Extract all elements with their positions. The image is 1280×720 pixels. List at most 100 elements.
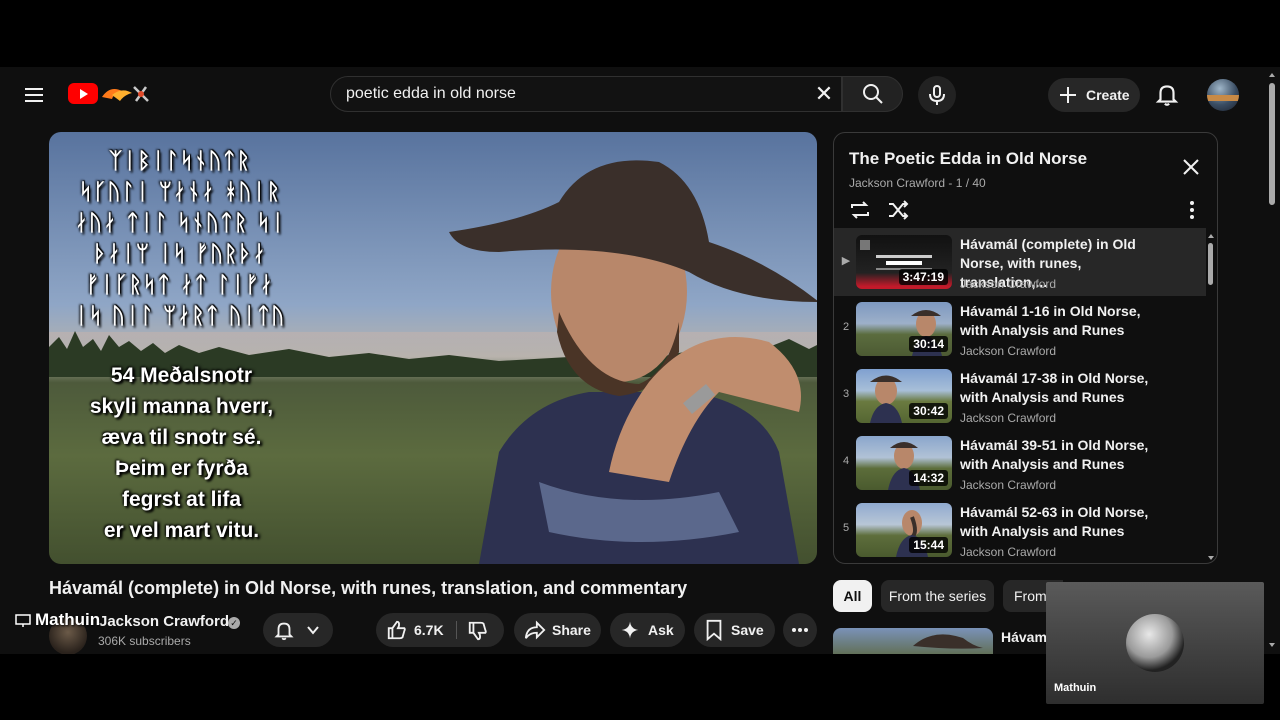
ask-button[interactable]: Ask — [610, 613, 685, 647]
clear-search-icon[interactable]: ✕ — [812, 82, 836, 106]
save-button[interactable]: Save — [694, 613, 775, 647]
playlist-item-channel: Jackson Crawford — [960, 478, 1057, 492]
playlist-item-title: Hávamál 52-63 in Old Norse, with Analysi… — [960, 504, 1149, 539]
rune-text: ᛉᛁᛒᛁᛚᛋᚾᚢᛏᚱ ᛋᚴᚢᛚᛁ ᛘᛅᚾᛅ ᚼᚢᛁᚱ ᛅᚢᛅ ᛏᛁᛚ ᛋᚾᚢᛏᚱ… — [55, 146, 305, 332]
scroll-up-icon[interactable] — [1207, 232, 1215, 240]
playlist-item[interactable]: ▶ 3:47:19 Hávamál (complete) in Old Nors… — [834, 228, 1206, 296]
verse-line: Þeim er fyrða — [114, 457, 249, 480]
search-bar: ✕ — [330, 76, 903, 112]
share-button[interactable]: Share — [514, 613, 601, 647]
video-call-tile[interactable]: Mathuin — [1046, 582, 1264, 704]
thumbnail-art — [913, 634, 983, 649]
like-icon[interactable] — [386, 619, 408, 641]
playlist-item-title: Hávamál 1-16 in Old Norse, with Analysis… — [960, 303, 1141, 338]
video-thumbnail: 30:42 — [856, 369, 952, 423]
plus-icon — [1060, 87, 1076, 103]
sparkle-icon — [621, 621, 639, 639]
video-thumbnail: 30:14 — [856, 302, 952, 356]
participant-name: Mathuin — [1054, 682, 1097, 694]
scroll-down-icon[interactable] — [1207, 554, 1215, 562]
video-thumbnail: 15:44 — [856, 503, 952, 557]
search-button[interactable] — [842, 76, 903, 112]
playlist-item-index: 2 — [842, 321, 850, 333]
microphone-icon — [929, 85, 945, 105]
dislike-icon[interactable] — [467, 620, 489, 642]
bookmark-icon — [706, 619, 722, 641]
playlist-items: ▶ 3:47:19 Hávamál (complete) in Old Nors… — [834, 228, 1206, 563]
verse-line: fegrst at lifa — [121, 488, 242, 511]
rune-line: ᛉᛁᛒᛁᛚᛋᚾᚢᛏᚱ — [108, 149, 251, 174]
playlist-item-index: 4 — [842, 455, 850, 467]
bell-icon — [274, 622, 294, 641]
presenter-figure — [449, 160, 817, 564]
duration-badge: 30:42 — [909, 403, 948, 419]
playlist-item-channel: Jackson Crawford — [960, 277, 1057, 291]
video-thumbnail: 14:32 — [856, 436, 952, 490]
verified-badge-icon: ✓ — [228, 617, 240, 629]
chevron-down-icon — [307, 626, 319, 635]
page-scroll-up-icon[interactable] — [1268, 71, 1276, 79]
duration-badge: 15:44 — [909, 537, 948, 553]
close-icon[interactable] — [1179, 155, 1203, 179]
duration-badge: 3:47:19 — [898, 269, 948, 285]
playlist-panel: The Poetic Edda in Old Norse Jackson Cra… — [833, 132, 1218, 564]
playlist-item-channel: Jackson Crawford — [960, 545, 1057, 559]
playlist-item[interactable]: 5 15:44 Hávamál 52-63 in Old Norse, with… — [834, 496, 1206, 563]
playlist-item-title: Hávamál 17-38 in Old Norse, with Analysi… — [960, 370, 1149, 405]
notification-settings-button[interactable] — [263, 613, 333, 647]
more-actions-button[interactable] — [783, 613, 817, 647]
rune-line: ᛋᚴᚢᛚᛁ ᛘᛅᚾᛅ ᚼᚢᛁᚱ — [79, 180, 281, 205]
video-player[interactable]: ᛉᛁᛒᛁᛚᛋᚾᚢᛏᚱ ᛋᚴᚢᛚᛁ ᛘᛅᚾᛅ ᚼᚢᛁᚱ ᛅᚢᛅ ᛏᛁᛚ ᛋᚾᚢᛏᚱ… — [49, 132, 817, 564]
playlist-item-title: Hávamál 39-51 in Old Norse, with Analysi… — [960, 437, 1149, 472]
subscriber-count: 306K subscribers — [98, 634, 191, 648]
loop-icon[interactable] — [848, 198, 872, 222]
verse-line: skyli manna hverr, — [89, 395, 274, 418]
save-label: Save — [731, 622, 764, 638]
recommendation-thumbnail[interactable] — [833, 628, 993, 654]
rune-line: ᚠᛁᚴᚱᛋᛏ ᛅᛏ ᛚᛁᚠᛅ — [86, 273, 274, 298]
verse-text: 54 Meðalsnotr skyli manna hverr, æva til… — [79, 360, 284, 546]
verse-line: 54 Meðalsnotr — [110, 364, 253, 387]
notifications-bell-icon[interactable] — [1154, 81, 1180, 107]
share-icon — [524, 620, 546, 640]
like-count[interactable]: 6.7K — [414, 613, 444, 647]
playlist-item[interactable]: 4 14:32 Hávamál 39-51 in Old Norse, with… — [834, 429, 1206, 497]
chip-from-the-series[interactable]: From the series — [881, 580, 994, 612]
playlist-title[interactable]: The Poetic Edda in Old Norse — [849, 149, 1087, 169]
search-icon — [863, 84, 883, 104]
playlist-item-index: 3 — [842, 388, 850, 400]
page-scroll-down-icon[interactable] — [1268, 641, 1276, 649]
playlist-scrollbar[interactable] — [1208, 243, 1213, 285]
chip-all[interactable]: All — [833, 580, 872, 612]
rune-line: ᛅᚢᛅ ᛏᛁᛚ ᛋᚾᚢᛏᚱ ᛋᛁ — [74, 211, 286, 236]
create-button[interactable]: Create — [1048, 78, 1140, 112]
now-playing-icon: ▶ — [841, 255, 851, 267]
playlist-item-index: 5 — [842, 522, 850, 534]
voice-search-button[interactable] — [918, 76, 956, 114]
youtube-logo[interactable] — [68, 81, 158, 107]
more-horizontal-icon — [792, 628, 808, 632]
playlist-subtitle: Jackson Crawford - 1 / 40 — [849, 176, 986, 190]
like-dislike-group: 6.7K — [376, 613, 504, 647]
channel-name[interactable]: Jackson Crawford — [99, 613, 229, 630]
rune-line: ᚦᛅᛁᛘ ᛁᛋ ᚠᚢᚱᚦᛅ — [93, 242, 267, 267]
menu-icon[interactable] — [22, 83, 46, 107]
playlist-item[interactable]: 2 30:14 Hávamál 1-16 in Old Norse, with … — [834, 295, 1206, 363]
like-divider — [456, 621, 457, 639]
duration-badge: 30:14 — [909, 336, 948, 352]
youtube-app: ✕ Create ᛉᛁᛒᛁᛚᛋᚾᚢᛏᚱ — [0, 67, 1280, 654]
page-scrollbar[interactable] — [1269, 83, 1275, 205]
ask-label: Ask — [648, 622, 674, 638]
search-input[interactable] — [330, 76, 842, 112]
playlist-item-channel: Jackson Crawford — [960, 411, 1057, 425]
create-label: Create — [1086, 87, 1130, 103]
rune-line: ᛁᛋ ᚢᛁᛚ ᛘᛅᚱᛏ ᚢᛁᛏᚢ — [74, 304, 286, 329]
screen-share-icon — [15, 613, 31, 627]
share-label: Share — [552, 622, 591, 638]
overlay-username-label: Mathuin — [35, 610, 101, 629]
shuffle-icon[interactable] — [886, 198, 910, 222]
account-avatar[interactable] — [1207, 79, 1239, 111]
playlist-item[interactable]: 3 30:42 Hávamál 17-38 in Old Norse, with… — [834, 362, 1206, 430]
more-vertical-icon[interactable] — [1180, 198, 1204, 222]
video-title: Hávamál (complete) in Old Norse, with ru… — [49, 578, 688, 598]
